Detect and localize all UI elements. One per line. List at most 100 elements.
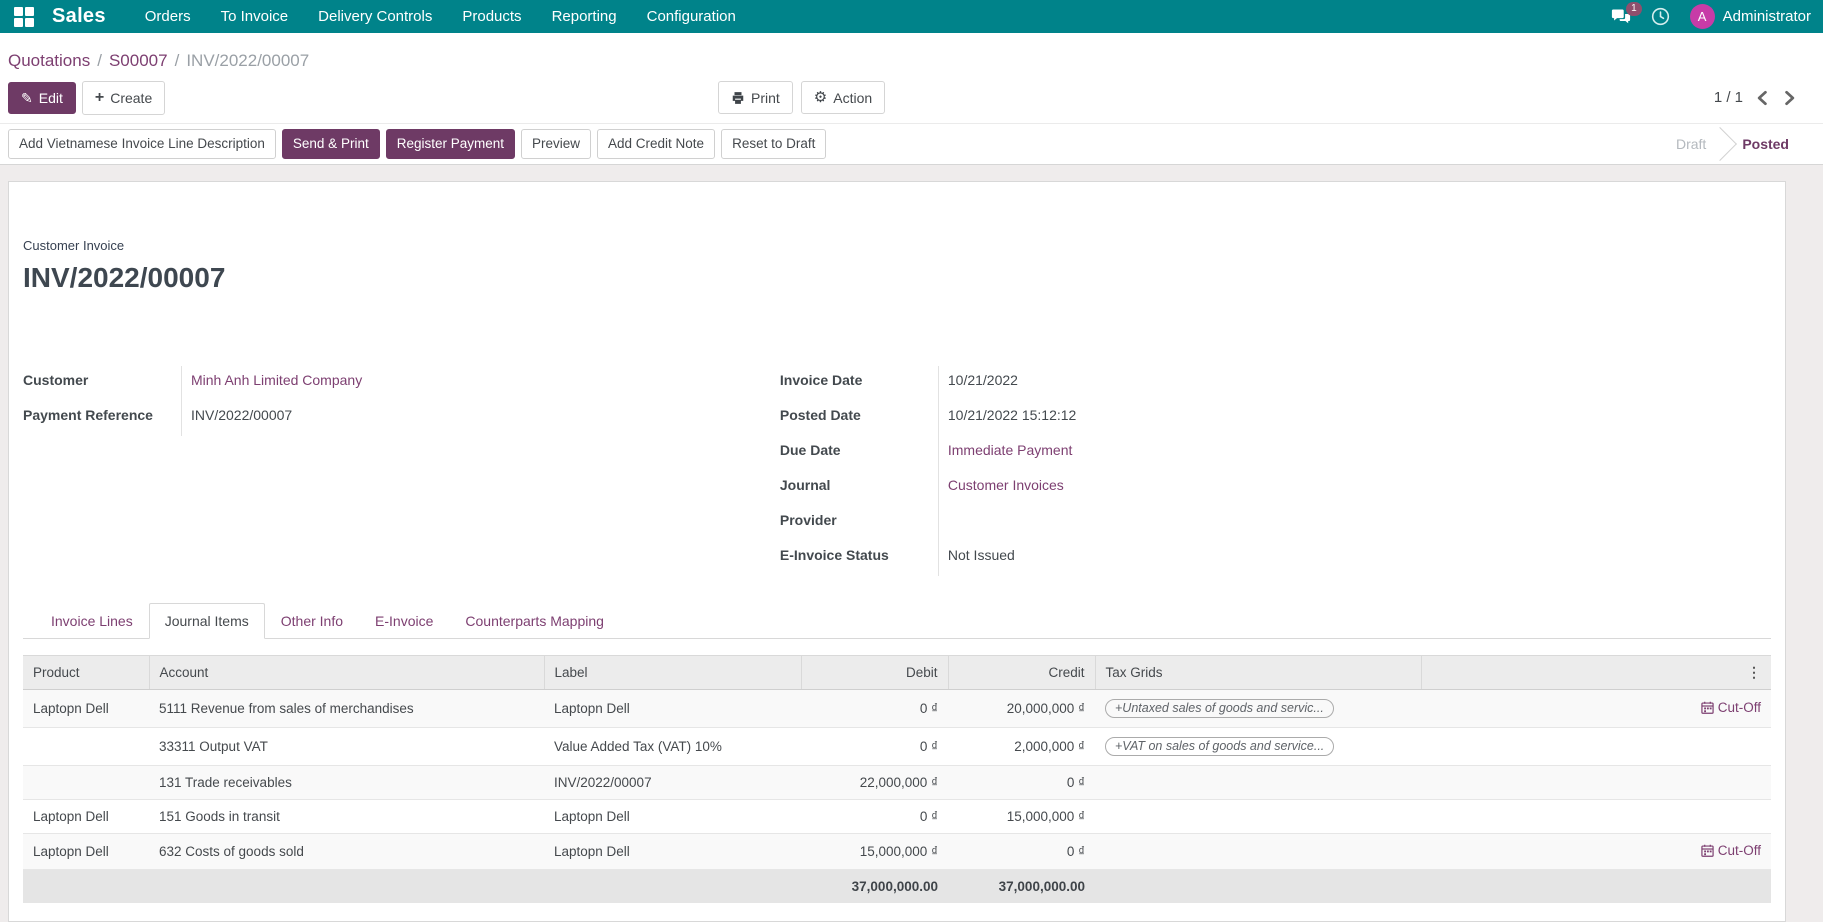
avatar: A	[1690, 4, 1715, 29]
journal-items-table: ProductAccountLabelDebitCreditTax Grids ⋮…	[23, 655, 1771, 903]
nav-item-orders[interactable]: Orders	[130, 0, 206, 33]
total-credit: 37,000,000.00	[948, 870, 1095, 904]
gear-icon: ⚙	[814, 90, 827, 105]
field-value-due-date[interactable]: Immediate Payment	[938, 436, 1541, 471]
field-label-e-invoice-status: E-Invoice Status	[780, 541, 938, 576]
table-body: Laptopn Dell5111 Revenue from sales of m…	[23, 690, 1771, 870]
register-payment-button[interactable]: Register Payment	[386, 129, 515, 159]
breadcrumb: Quotations/S00007/INV/2022/00007	[0, 33, 1823, 75]
create-button[interactable]: + Create	[82, 81, 165, 115]
cell-account: 33311 Output VAT	[149, 728, 544, 766]
table-row[interactable]: Laptopn Dell5111 Revenue from sales of m…	[23, 690, 1771, 728]
field-label-payment-reference: Payment Reference	[23, 401, 181, 436]
field-row-journal: JournalCustomer Invoices	[780, 471, 1541, 506]
table-row[interactable]: Laptopn Dell151 Goods in transitLaptopn …	[23, 800, 1771, 834]
user-name: Administrator	[1723, 8, 1811, 25]
cell-credit: 0 ₫	[948, 766, 1095, 800]
cell-product	[23, 766, 149, 800]
column-header-account[interactable]: Account	[149, 656, 544, 690]
breadcrumb-item-quotations[interactable]: Quotations	[8, 51, 90, 71]
cut-off-link[interactable]: Cut-Off	[1701, 843, 1761, 858]
print-button[interactable]: Print	[718, 81, 793, 114]
nav-item-to-invoice[interactable]: To Invoice	[206, 0, 304, 33]
tab-invoice-lines[interactable]: Invoice Lines	[35, 603, 149, 639]
table-header: ProductAccountLabelDebitCreditTax Grids ⋮	[23, 656, 1771, 690]
field-row-posted-date: Posted Date10/21/2022 15:12:12	[780, 401, 1541, 436]
top-navbar: Sales OrdersTo InvoiceDelivery ControlsP…	[0, 0, 1823, 33]
edit-button[interactable]: ✎ Edit	[8, 82, 76, 114]
breadcrumb-separator: /	[97, 51, 102, 71]
add-vietnamese-invoice-line-description-button[interactable]: Add Vietnamese Invoice Line Description	[8, 129, 276, 159]
control-panel: ✎ Edit + Create Print ⚙ Action 1 / 1	[0, 75, 1823, 123]
calendar-icon	[1701, 844, 1714, 857]
table-footer: 37,000,000.00 37,000,000.00	[23, 870, 1771, 904]
cell-label: INV/2022/00007	[544, 766, 801, 800]
pager-previous-icon[interactable]	[1753, 88, 1771, 108]
breadcrumb-separator: /	[175, 51, 180, 71]
field-row-payment-reference: Payment ReferenceINV/2022/00007	[23, 401, 780, 436]
cell-cutoff	[1421, 766, 1771, 800]
tax-grid-tag: +VAT on sales of goods and service...	[1105, 737, 1334, 756]
tab-journal-items[interactable]: Journal Items	[149, 603, 265, 639]
field-label-customer: Customer	[23, 366, 181, 401]
content-area: Customer Invoice INV/2022/00007 Customer…	[0, 165, 1823, 922]
nav-item-reporting[interactable]: Reporting	[537, 0, 632, 33]
column-header-credit[interactable]: Credit	[948, 656, 1095, 690]
cell-account: 5111 Revenue from sales of merchandises	[149, 690, 544, 728]
clock-icon	[1651, 7, 1670, 26]
column-header-debit[interactable]: Debit	[801, 656, 948, 690]
cell-label: Laptopn Dell	[544, 834, 801, 870]
cell-product: Laptopn Dell	[23, 834, 149, 870]
field-value-journal[interactable]: Customer Invoices	[938, 471, 1541, 506]
cell-product: Laptopn Dell	[23, 800, 149, 834]
invoice-sheet: Customer Invoice INV/2022/00007 Customer…	[8, 181, 1786, 922]
action-button[interactable]: ⚙ Action	[801, 81, 885, 114]
nav-item-configuration[interactable]: Configuration	[632, 0, 751, 33]
cell-label: Value Added Tax (VAT) 10%	[544, 728, 801, 766]
field-value-posted-date: 10/21/2022 15:12:12	[938, 401, 1541, 436]
pencil-icon: ✎	[21, 91, 33, 105]
tab-e-invoice[interactable]: E-Invoice	[359, 603, 449, 639]
field-label-invoice-date: Invoice Date	[780, 366, 938, 401]
column-header-product[interactable]: Product	[23, 656, 149, 690]
cell-debit: 0 ₫	[801, 690, 948, 728]
breadcrumb-item-s00007[interactable]: S00007	[109, 51, 168, 71]
app-brand[interactable]: Sales	[52, 5, 106, 28]
activity-button[interactable]	[1651, 7, 1670, 26]
cell-credit: 20,000,000 ₫	[948, 690, 1095, 728]
send-print-button[interactable]: Send & Print	[282, 129, 380, 159]
reset-to-draft-button[interactable]: Reset to Draft	[721, 129, 826, 159]
nav-item-products[interactable]: Products	[447, 0, 536, 33]
add-credit-note-button[interactable]: Add Credit Note	[597, 129, 715, 159]
cell-debit: 0 ₫	[801, 728, 948, 766]
table-row[interactable]: Laptopn Dell632 Costs of goods soldLapto…	[23, 834, 1771, 870]
pager: 1 / 1	[1714, 88, 1813, 108]
tab-counterparts-mapping[interactable]: Counterparts Mapping	[449, 603, 620, 639]
cell-debit: 15,000,000 ₫	[801, 834, 948, 870]
nav-item-delivery-controls[interactable]: Delivery Controls	[303, 0, 447, 33]
nav-menu: OrdersTo InvoiceDelivery ControlsProduct…	[130, 0, 751, 33]
field-value-customer[interactable]: Minh Anh Limited Company	[181, 366, 780, 401]
tab-other-info[interactable]: Other Info	[265, 603, 359, 639]
cell-label: Laptopn Dell	[544, 800, 801, 834]
user-menu[interactable]: A Administrator	[1690, 4, 1811, 29]
cell-tax-grids	[1095, 766, 1421, 800]
pager-next-icon[interactable]	[1781, 88, 1799, 108]
table-row[interactable]: 131 Trade receivablesINV/2022/0000722,00…	[23, 766, 1771, 800]
column-header-label[interactable]: Label	[544, 656, 801, 690]
toggle-columns-icon[interactable]: ⋮	[1747, 664, 1761, 681]
field-group-left: CustomerMinh Anh Limited CompanyPayment …	[23, 366, 780, 576]
field-value-e-invoice-status: Not Issued	[938, 541, 1541, 576]
preview-button[interactable]: Preview	[521, 129, 591, 159]
column-header-tax-grids[interactable]: Tax Grids	[1095, 656, 1421, 690]
field-row-invoice-date: Invoice Date10/21/2022	[780, 366, 1541, 401]
status-widget: DraftPosted	[1658, 124, 1807, 164]
apps-grid-icon[interactable]	[14, 7, 34, 27]
column-header-extra[interactable]: ⋮	[1421, 656, 1771, 690]
messages-button[interactable]: 1	[1611, 9, 1631, 25]
cell-label: Laptopn Dell	[544, 690, 801, 728]
field-label-journal: Journal	[780, 471, 938, 506]
cell-product	[23, 728, 149, 766]
cut-off-link[interactable]: Cut-Off	[1701, 700, 1761, 715]
table-row[interactable]: 33311 Output VATValue Added Tax (VAT) 10…	[23, 728, 1771, 766]
